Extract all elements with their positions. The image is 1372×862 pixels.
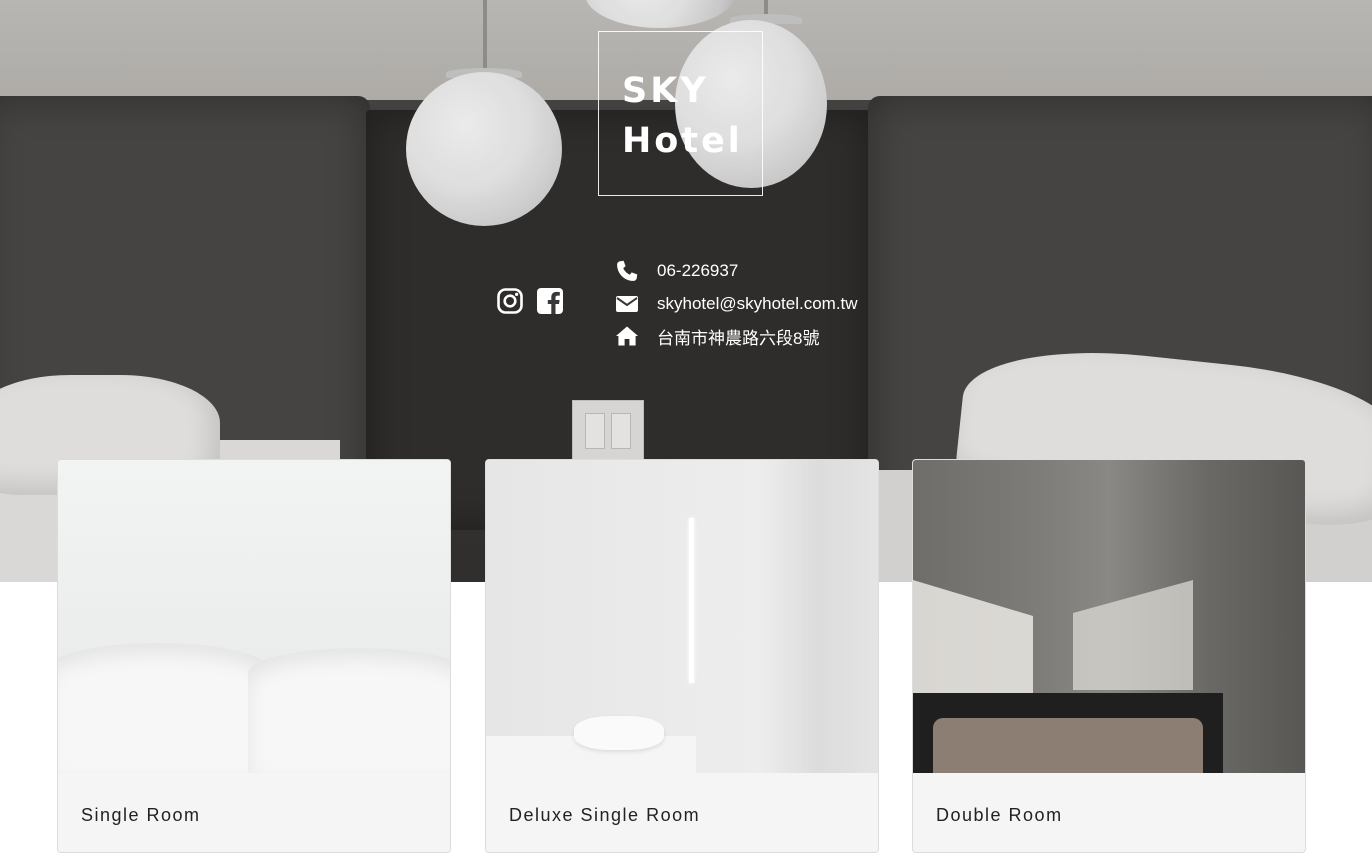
room-list: Single Room Deluxe Single Room Double Ro… [57, 459, 1306, 853]
room-photo-fold [248, 648, 450, 773]
contact-address: 台南市神農路六段8號 [615, 320, 858, 353]
room-photo-fold [58, 643, 268, 773]
room-title: Double Room [936, 805, 1063, 825]
room-photo-light [689, 518, 694, 683]
hotel-name: SKY Hotel [622, 66, 743, 166]
contact-address-text: 台南市神農路六段8號 [657, 328, 820, 348]
contact-phone-text: 06-226937 [657, 261, 739, 281]
room-photo-pillow [574, 716, 664, 750]
room-photo-sheet [933, 718, 1203, 773]
hotel-logo[interactable]: SKY Hotel [598, 31, 763, 196]
room-card-single[interactable]: Single Room [57, 459, 451, 853]
room-card-double[interactable]: Double Room [912, 459, 1306, 853]
facebook-icon[interactable] [536, 287, 564, 315]
contact-info: 06-226937 skyhotel@skyhotel.com.tw 台南市神農… [615, 255, 858, 353]
room-photo-deluxe-single [486, 460, 878, 773]
contact-email[interactable]: skyhotel@skyhotel.com.tw [615, 288, 858, 321]
hotel-name-line1: SKY [622, 71, 709, 111]
room-photo-sunlight [1073, 580, 1193, 690]
room-card-deluxe-single[interactable]: Deluxe Single Room [485, 459, 879, 853]
room-photo-double [913, 460, 1305, 773]
phone-icon [617, 261, 638, 282]
contact-phone[interactable]: 06-226937 [615, 255, 858, 288]
home-icon [616, 326, 638, 346]
room-title: Deluxe Single Room [509, 805, 701, 825]
social-links [496, 287, 564, 315]
room-photo-single [58, 460, 450, 773]
contact-email-text: skyhotel@skyhotel.com.tw [657, 293, 858, 313]
instagram-icon[interactable] [496, 287, 524, 315]
hotel-name-line2: Hotel [622, 121, 743, 161]
room-title: Single Room [81, 805, 201, 825]
envelope-icon [616, 295, 638, 312]
